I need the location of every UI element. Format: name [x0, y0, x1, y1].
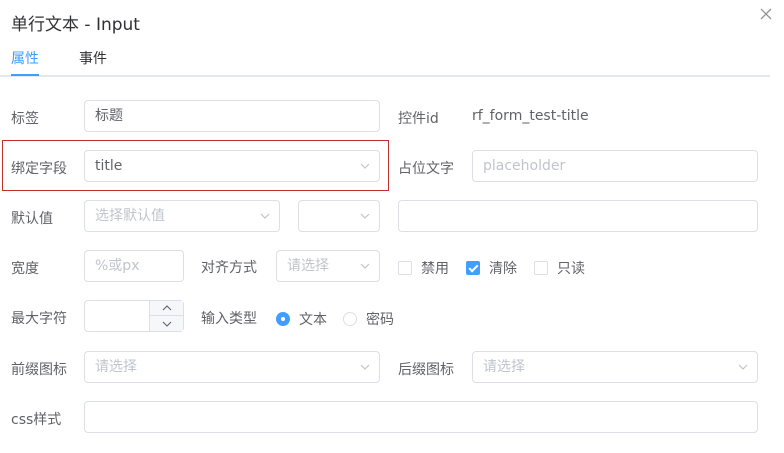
close-icon[interactable] [758, 7, 774, 23]
input-type-text-radio[interactable]: 文本 [276, 309, 327, 329]
tab-properties[interactable]: 属性 [11, 48, 39, 68]
label-input-value: 标题 [95, 108, 123, 124]
css-style-label: css样式 [11, 412, 62, 428]
control-id-value: rf_form_test-title [472, 108, 589, 124]
checkbox-checked-icon [466, 261, 480, 275]
input-type-label: 输入类型 [201, 311, 257, 327]
width-input[interactable]: %或px [84, 250, 184, 282]
default-value-placeholder: 选择默认值 [95, 208, 165, 224]
placeholder-label: 占位文字 [398, 161, 454, 177]
chevron-down-icon [360, 211, 370, 220]
control-id-label: 控件id [398, 111, 439, 127]
label-field-label: 标签 [11, 111, 39, 127]
suffix-icon-placeholder: 请选择 [483, 359, 525, 375]
bind-field-select[interactable]: title [84, 150, 380, 182]
max-chars-label: 最大字符 [11, 311, 67, 327]
input-type-text-label: 文本 [299, 312, 327, 328]
chevron-down-icon [360, 261, 370, 270]
clearable-checkbox-label: 清除 [489, 261, 517, 277]
disabled-checkbox-label: 禁用 [421, 261, 449, 277]
suffix-icon-select[interactable]: 请选择 [472, 351, 758, 383]
chevron-down-icon [738, 362, 748, 371]
default-value-input[interactable] [398, 200, 758, 232]
tab-bar: 属性 事件 [0, 40, 770, 77]
radio-selected-icon [276, 312, 290, 326]
align-label: 对齐方式 [201, 260, 257, 276]
default-value-select[interactable]: 选择默认值 [84, 200, 280, 232]
suffix-icon-label: 后缀图标 [398, 362, 454, 378]
chevron-up-icon[interactable] [150, 301, 183, 316]
clearable-checkbox[interactable]: 清除 [466, 258, 517, 278]
dialog-title: 单行文本 - Input [11, 15, 140, 35]
radio-icon [343, 312, 357, 326]
input-type-password-radio[interactable]: 密码 [343, 309, 394, 329]
input-type-password-label: 密码 [366, 312, 394, 328]
placeholder-input-placeholder: placeholder [483, 158, 566, 174]
disabled-checkbox[interactable]: 禁用 [398, 258, 449, 278]
default-value-label: 默认值 [11, 211, 53, 227]
checkbox-icon [398, 261, 412, 275]
placeholder-input[interactable]: placeholder [472, 150, 758, 182]
css-style-input[interactable] [84, 401, 758, 433]
tab-active-indicator [11, 74, 39, 76]
prefix-icon-select[interactable]: 请选择 [84, 351, 380, 383]
width-label: 宽度 [11, 261, 39, 277]
prefix-icon-label: 前缀图标 [11, 362, 67, 378]
chevron-down-icon [360, 161, 370, 170]
readonly-checkbox-label: 只读 [557, 261, 585, 277]
prefix-icon-placeholder: 请选择 [95, 359, 137, 375]
max-chars-stepper[interactable] [84, 300, 184, 332]
readonly-checkbox[interactable]: 只读 [534, 258, 585, 278]
chevron-down-icon [260, 211, 270, 220]
chevron-down-icon [360, 362, 370, 371]
align-placeholder: 请选择 [287, 258, 329, 274]
default-value-type-select[interactable] [298, 200, 380, 232]
tab-events[interactable]: 事件 [79, 48, 107, 68]
checkbox-icon [534, 261, 548, 275]
label-input[interactable]: 标题 [84, 100, 380, 132]
chevron-down-icon[interactable] [150, 316, 183, 331]
width-input-placeholder: %或px [95, 258, 140, 274]
bind-field-label: 绑定字段 [11, 161, 67, 177]
align-select[interactable]: 请选择 [276, 250, 380, 282]
bind-field-value: title [95, 158, 123, 174]
stepper-buttons [149, 301, 183, 331]
